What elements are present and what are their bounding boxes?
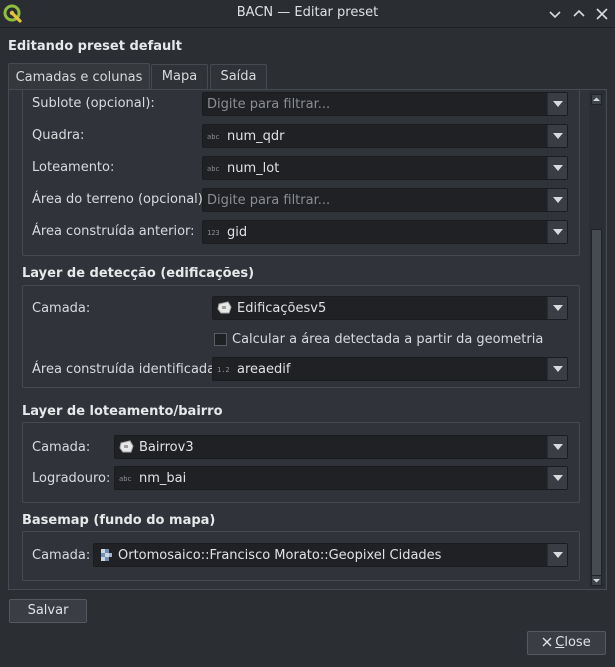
- lotbairro-layer-value: Bairrov3: [139, 440, 194, 455]
- detection-layer-value: Edificaçõesv5: [237, 301, 327, 316]
- loteamento-combo[interactable]: abc num_lot: [202, 156, 568, 180]
- polygon-layer-icon: [217, 301, 233, 315]
- close-button-label: Close: [555, 635, 591, 650]
- basemap-layer-combo[interactable]: Ortomosaico::Francisco Morato::Geopixel …: [93, 543, 568, 567]
- raster-layer-icon: [98, 548, 114, 562]
- tab-saida[interactable]: Saída: [210, 64, 267, 90]
- minimize-button[interactable]: [545, 4, 565, 24]
- quadra-value: num_qdr: [227, 129, 285, 144]
- chevron-up-icon: [573, 9, 585, 17]
- chevron-up-icon: [593, 97, 600, 101]
- scroll-down-button[interactable]: [591, 575, 602, 586]
- area-identificada-value: areaedif: [237, 362, 291, 377]
- sublote-placeholder: Digite para filtrar...: [207, 97, 331, 112]
- chevron-down-icon: [553, 101, 563, 107]
- polygon-layer-icon: [119, 440, 135, 454]
- dropdown-arrow[interactable]: [547, 93, 567, 115]
- dropdown-arrow[interactable]: [547, 125, 567, 147]
- area-terreno-placeholder: Digite para filtrar...: [207, 193, 331, 208]
- dropdown-arrow[interactable]: [547, 436, 567, 458]
- logradouro-value: nm_bai: [139, 471, 187, 486]
- dropdown-arrow[interactable]: [547, 297, 567, 319]
- string-field-icon: abc: [207, 133, 220, 141]
- close-window-button[interactable]: [592, 4, 612, 24]
- chevron-down-icon: [593, 579, 600, 583]
- sublote-label: Sublote (opcional):: [32, 96, 155, 111]
- chevron-down-icon: [553, 552, 563, 558]
- chevron-down-icon: [549, 11, 561, 19]
- detection-layer-label: Camada:: [32, 301, 91, 316]
- string-field-icon: abc: [207, 165, 220, 173]
- area-identificada-label: Área construída identificada:: [32, 362, 220, 377]
- chevron-down-icon: [553, 229, 563, 235]
- dropdown-arrow[interactable]: [547, 358, 567, 380]
- chevron-down-icon: [553, 366, 563, 372]
- loteamento-value: num_lot: [227, 161, 280, 176]
- integer-field-icon: 123: [207, 229, 220, 237]
- logradouro-combo[interactable]: abc nm_bai: [114, 466, 568, 490]
- close-button[interactable]: Close: [527, 631, 606, 655]
- string-field-icon: abc: [119, 475, 132, 483]
- quadra-combo[interactable]: abc num_qdr: [202, 124, 568, 148]
- maximize-button[interactable]: [569, 4, 589, 24]
- basemap-layer-value: Ortomosaico::Francisco Morato::Geopixel …: [118, 548, 442, 563]
- area-terreno-combo[interactable]: Digite para filtrar...: [202, 188, 568, 212]
- vertical-scrollbar[interactable]: [589, 91, 605, 588]
- chevron-down-icon: [553, 133, 563, 139]
- dropdown-arrow[interactable]: [547, 544, 567, 566]
- lotbairro-layer-combo[interactable]: Bairrov3: [114, 435, 568, 459]
- sublote-combo[interactable]: Digite para filtrar...: [202, 92, 568, 116]
- tab-camadas-e-colunas[interactable]: Camadas e colunas: [8, 63, 150, 91]
- detection-group-title: Layer de detecção (edificações): [22, 266, 255, 281]
- scroll-area: Sublote (opcional): Digite para filtrar.…: [9, 90, 589, 589]
- calc-area-checkbox-label[interactable]: Calcular a área detectada a partir da ge…: [232, 332, 543, 347]
- dropdown-arrow[interactable]: [547, 467, 567, 489]
- dropdown-arrow[interactable]: [547, 221, 567, 243]
- calc-area-checkbox[interactable]: [214, 333, 227, 346]
- save-button[interactable]: Salvar: [9, 599, 87, 623]
- area-construida-anterior-label: Área construída anterior:: [32, 224, 195, 239]
- scrollbar-thumb[interactable]: [591, 229, 602, 579]
- chevron-down-icon: [553, 305, 563, 311]
- basemap-group-title: Basemap (fundo do mapa): [22, 513, 216, 528]
- logradouro-label: Logradouro:: [32, 471, 111, 486]
- close-icon: [596, 8, 608, 20]
- dropdown-arrow[interactable]: [547, 189, 567, 211]
- area-identificada-combo[interactable]: 1.2 areaedif: [212, 357, 568, 381]
- area-terreno-label: Área do terreno (opcional):: [32, 192, 208, 207]
- tab-panel: Sublote (opcional): Digite para filtrar.…: [8, 89, 607, 590]
- chevron-down-icon: [553, 197, 563, 203]
- area-construida-anterior-value: gid: [227, 225, 248, 240]
- chevron-down-icon: [553, 444, 563, 450]
- chevron-down-icon: [553, 165, 563, 171]
- lotbairro-group-title: Layer de loteamento/bairro: [22, 404, 223, 419]
- decimal-field-icon: 1.2: [217, 366, 230, 374]
- loteamento-label: Loteamento:: [32, 160, 115, 175]
- scroll-up-button[interactable]: [591, 94, 602, 105]
- quadra-label: Quadra:: [32, 128, 85, 143]
- dropdown-arrow[interactable]: [547, 157, 567, 179]
- tab-mapa[interactable]: Mapa: [151, 64, 208, 90]
- close-icon: [542, 637, 552, 647]
- page-title: Editando preset default: [8, 39, 182, 54]
- title-bar: BACN — Editar preset: [0, 0, 615, 28]
- lotbairro-layer-label: Camada:: [32, 440, 91, 455]
- area-construida-anterior-combo[interactable]: 123 gid: [202, 220, 568, 244]
- window-title: BACN — Editar preset: [236, 5, 379, 20]
- basemap-layer-label: Camada:: [32, 548, 91, 563]
- detection-layer-combo[interactable]: Edificaçõesv5: [212, 296, 568, 320]
- chevron-down-icon: [553, 475, 563, 481]
